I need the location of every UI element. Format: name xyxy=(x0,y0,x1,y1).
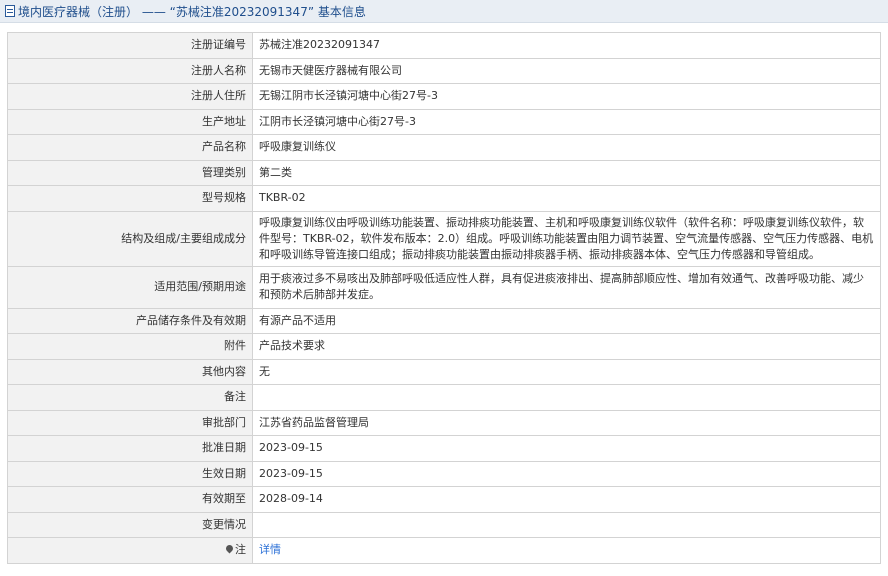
pin-icon xyxy=(224,543,235,554)
row-value: 第二类 xyxy=(252,159,881,186)
row-label: 生效日期 xyxy=(7,460,253,487)
page-title: 境内医疗器械（注册） —— “苏械注准20232091347” 基本信息 xyxy=(18,4,366,19)
row-value: TKBR-02 xyxy=(252,185,881,212)
row-value: 无 xyxy=(252,358,881,385)
table-row: 结构及组成/主要组成成分 呼吸康复训练仪由呼吸训练功能装置、振动排痰功能装置、主… xyxy=(7,210,881,267)
table-row: 附件 产品技术要求 xyxy=(7,333,881,360)
table-row-note: 注 详情 xyxy=(7,537,881,564)
note-label-cell: 注 xyxy=(7,537,253,564)
row-value: 有源产品不适用 xyxy=(252,307,881,334)
table-row: 适用范围/预期用途 用于痰液过多不易咳出及肺部呼吸低适应性人群，具有促进痰液排出… xyxy=(7,265,881,309)
table-row: 有效期至 2028-09-14 xyxy=(7,486,881,513)
row-label: 产品储存条件及有效期 xyxy=(7,307,253,334)
table-row: 批准日期 2023-09-15 xyxy=(7,435,881,462)
row-label: 审批部门 xyxy=(7,409,253,436)
table-row: 审批部门 江苏省药品监督管理局 xyxy=(7,409,881,436)
row-value: 2023-09-15 xyxy=(252,460,881,487)
row-value: 产品技术要求 xyxy=(252,333,881,360)
info-table: 注册证编号 苏械注准20232091347 注册人名称 无锡市天健医疗器械有限公… xyxy=(7,32,881,564)
row-value: 江阴市长泾镇河塘中心街27号-3 xyxy=(252,108,881,135)
row-value: 呼吸康复训练仪由呼吸训练功能装置、振动排痰功能装置、主机和呼吸康复训练仪软件（软… xyxy=(252,210,881,267)
page-header: 境内医疗器械（注册） —— “苏械注准20232091347” 基本信息 xyxy=(0,0,888,23)
row-label: 有效期至 xyxy=(7,486,253,513)
table-row: 备注 xyxy=(7,384,881,411)
details-link[interactable]: 详情 xyxy=(259,543,281,556)
table-row: 生效日期 2023-09-15 xyxy=(7,460,881,487)
row-label: 注册证编号 xyxy=(7,32,253,59)
row-value: 2028-09-14 xyxy=(252,486,881,513)
row-value: 呼吸康复训练仪 xyxy=(252,134,881,161)
row-value: 2023-09-15 xyxy=(252,435,881,462)
row-label: 生产地址 xyxy=(7,108,253,135)
row-value: 无锡市天健医疗器械有限公司 xyxy=(252,57,881,84)
row-label: 变更情况 xyxy=(7,511,253,538)
table-row: 型号规格 TKBR-02 xyxy=(7,185,881,212)
table-row: 注册人名称 无锡市天健医疗器械有限公司 xyxy=(7,57,881,84)
row-label: 注册人名称 xyxy=(7,57,253,84)
table-row: 其他内容 无 xyxy=(7,358,881,385)
row-value: 苏械注准20232091347 xyxy=(252,32,881,59)
row-label: 批准日期 xyxy=(7,435,253,462)
note-label: 注 xyxy=(235,543,246,557)
note-value-cell: 详情 xyxy=(252,537,881,564)
table-row: 变更情况 xyxy=(7,511,881,538)
document-icon xyxy=(5,5,15,17)
table-row: 产品储存条件及有效期 有源产品不适用 xyxy=(7,307,881,334)
table-row: 注册人住所 无锡江阴市长泾镇河塘中心街27号-3 xyxy=(7,83,881,110)
row-label: 适用范围/预期用途 xyxy=(7,265,253,309)
row-label: 备注 xyxy=(7,384,253,411)
row-value xyxy=(252,511,881,538)
row-value: 无锡江阴市长泾镇河塘中心街27号-3 xyxy=(252,83,881,110)
row-label: 结构及组成/主要组成成分 xyxy=(7,210,253,267)
row-label: 产品名称 xyxy=(7,134,253,161)
table-row: 生产地址 江阴市长泾镇河塘中心街27号-3 xyxy=(7,108,881,135)
row-label: 型号规格 xyxy=(7,185,253,212)
row-value: 江苏省药品监督管理局 xyxy=(252,409,881,436)
row-value xyxy=(252,384,881,411)
table-row: 管理类别 第二类 xyxy=(7,159,881,186)
table-row: 产品名称 呼吸康复训练仪 xyxy=(7,134,881,161)
row-label: 注册人住所 xyxy=(7,83,253,110)
row-label: 管理类别 xyxy=(7,159,253,186)
row-value: 用于痰液过多不易咳出及肺部呼吸低适应性人群，具有促进痰液排出、提高肺部顺应性、增… xyxy=(252,265,881,309)
row-label: 附件 xyxy=(7,333,253,360)
table-row: 注册证编号 苏械注准20232091347 xyxy=(7,32,881,59)
row-label: 其他内容 xyxy=(7,358,253,385)
